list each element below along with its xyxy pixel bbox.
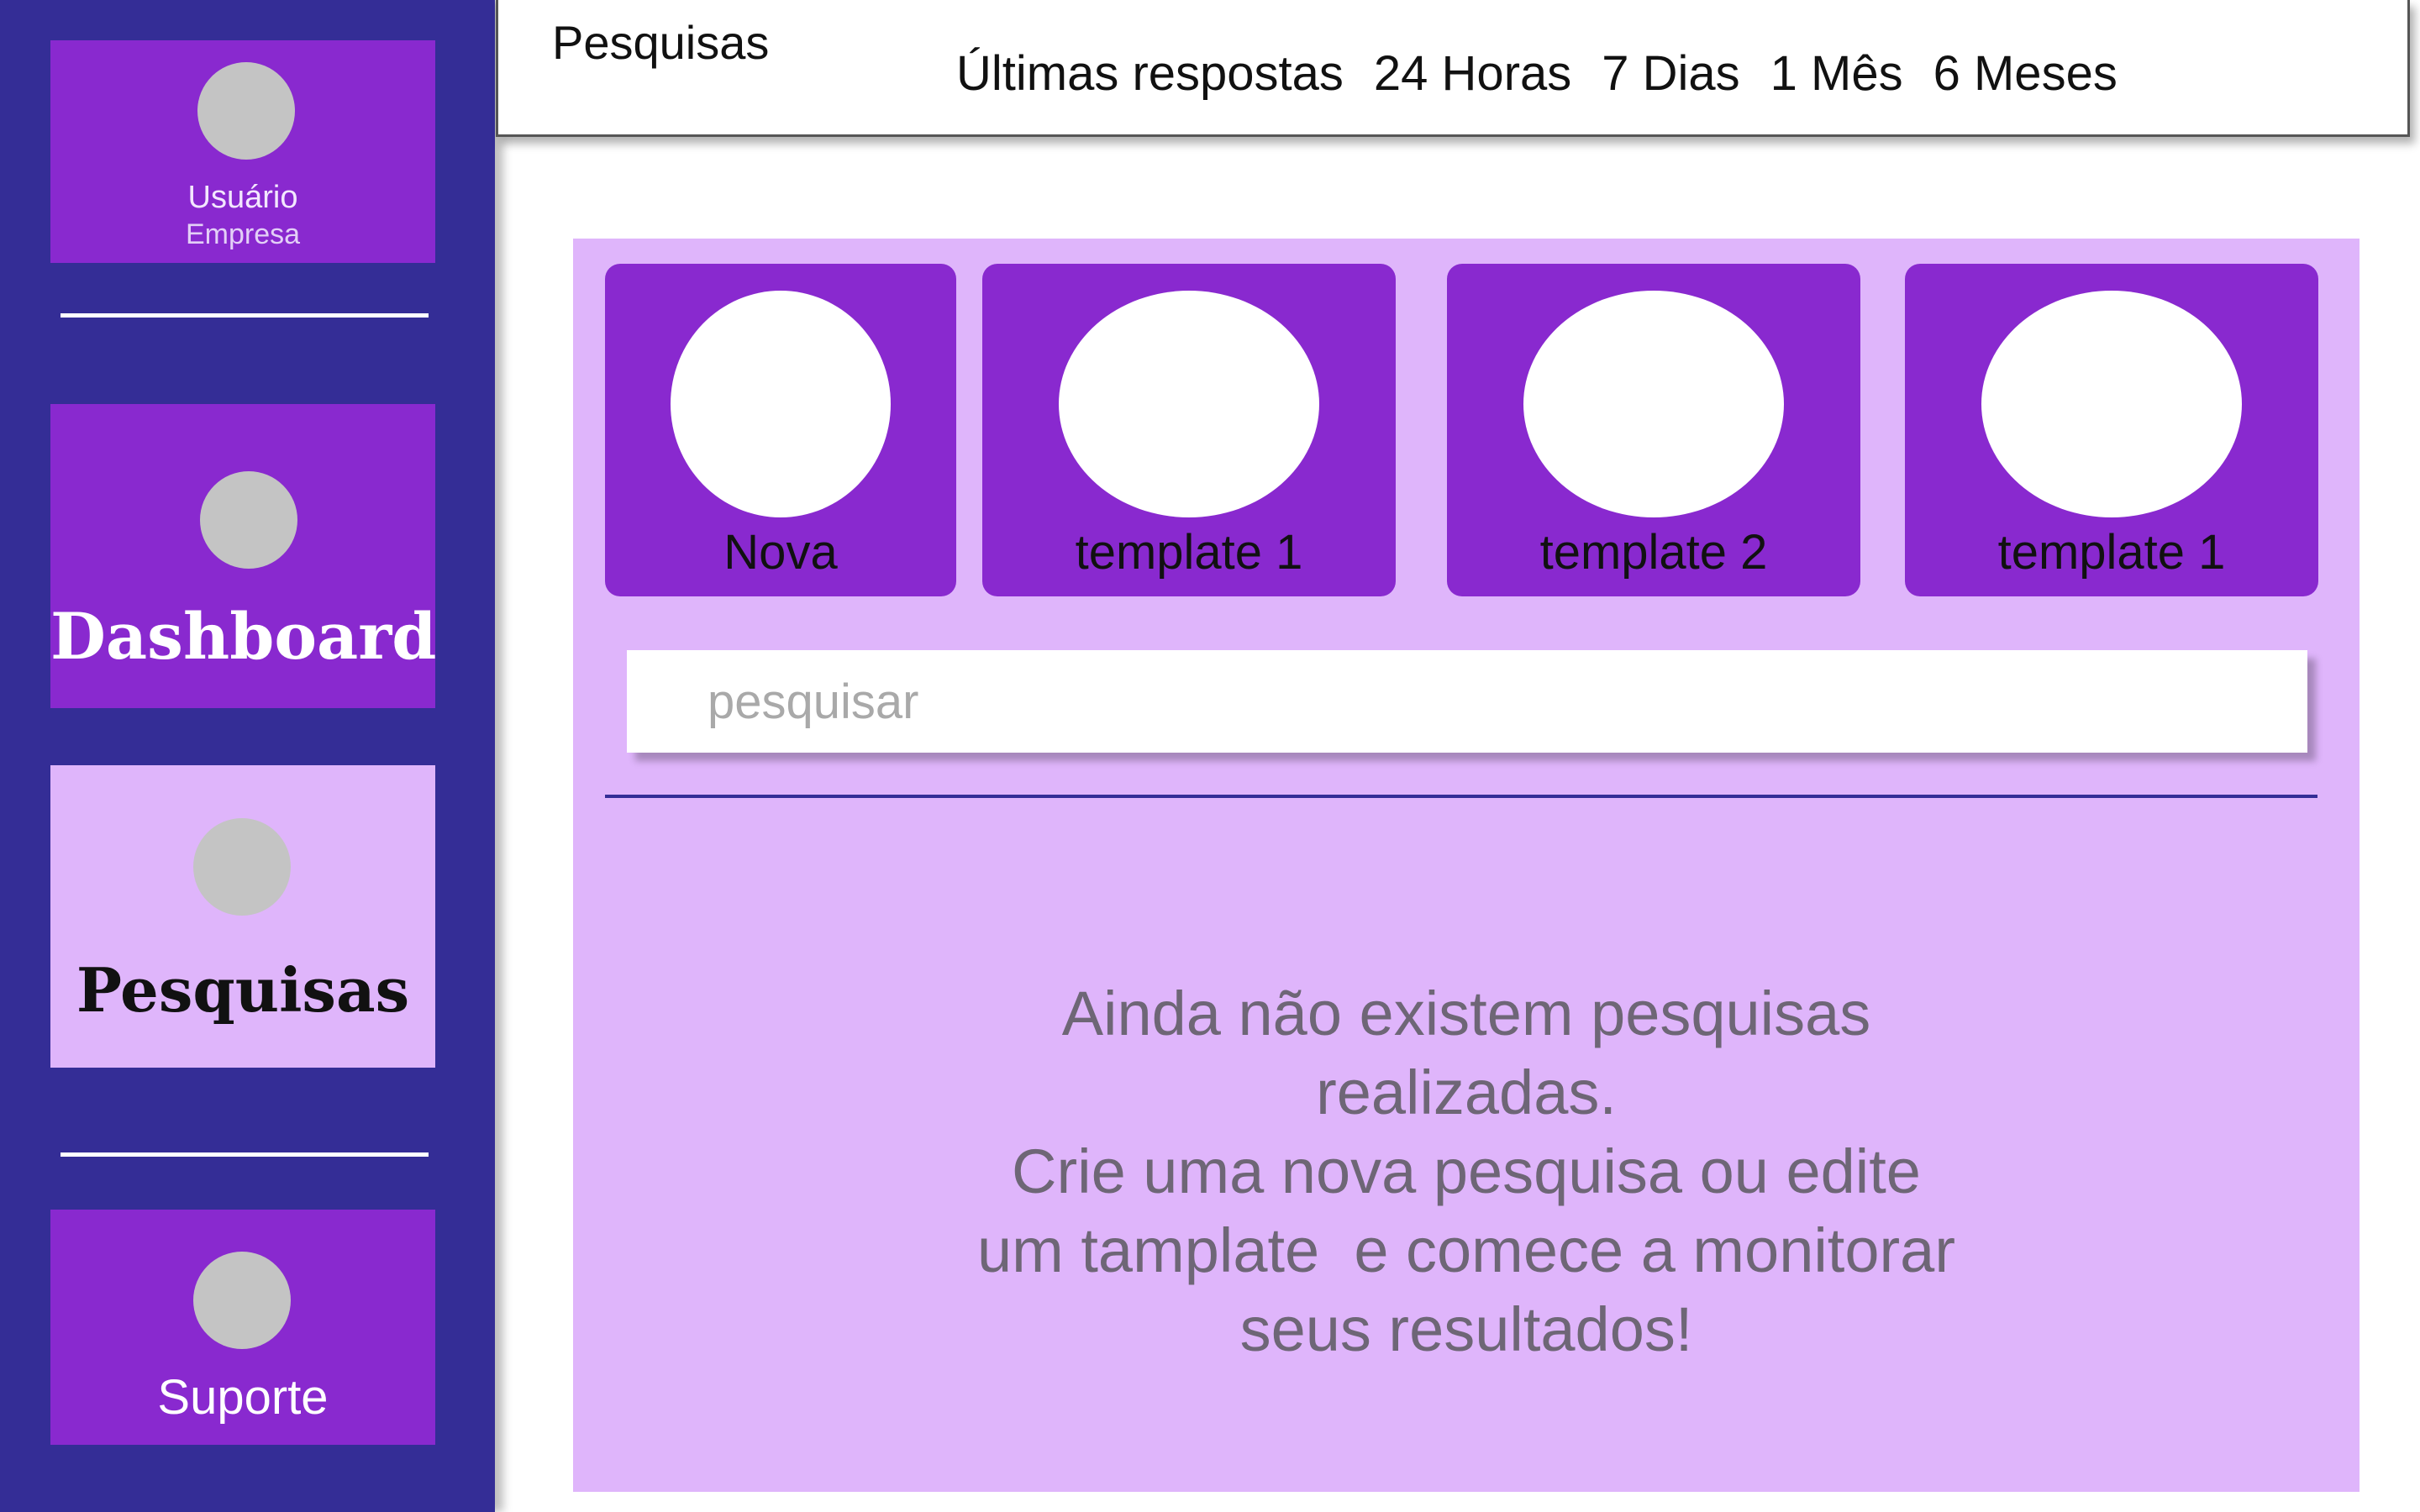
main-panel: Nova template 1 template 2 template 1 Ai… xyxy=(573,239,2360,1492)
template-label: Nova xyxy=(723,525,838,580)
user-profile-card[interactable]: Usuário Empresa xyxy=(50,40,435,263)
template-label: template 1 xyxy=(1075,525,1303,580)
sidebar-divider xyxy=(60,313,429,318)
template-label: template 2 xyxy=(1539,525,1768,580)
template-card[interactable]: template 1 xyxy=(1905,264,2318,596)
template-icon xyxy=(1059,291,1319,517)
time-filters: Últimas respostas 24 Horas 7 Dias 1 Mês 6 Me… xyxy=(956,45,2118,102)
filter-7-dias[interactable]: 7 Dias xyxy=(1602,45,1739,102)
template-icon xyxy=(1981,291,2242,517)
sidebar-item-suporte[interactable]: Suporte xyxy=(50,1210,435,1445)
template-card[interactable]: template 2 xyxy=(1447,264,1860,596)
user-name: Usuário xyxy=(187,180,298,215)
filter-24-horas[interactable]: 24 Horas xyxy=(1374,45,1571,102)
sidebar-item-label: Pesquisas xyxy=(76,954,410,1026)
filter-ultimas-respostas[interactable]: Últimas respostas xyxy=(956,45,1344,102)
suporte-icon xyxy=(193,1252,291,1349)
sidebar-item-pesquisas[interactable]: Pesquisas xyxy=(50,765,435,1068)
empty-state-message: Ainda não existem pesquisas realizadas. … xyxy=(825,974,2107,1369)
user-company: Empresa xyxy=(185,218,301,250)
empty-state-line: seus resultados! xyxy=(1239,1294,1693,1364)
sidebar-divider xyxy=(60,1152,429,1157)
filter-6-meses[interactable]: 6 Meses xyxy=(1933,45,2118,102)
new-survey-icon xyxy=(671,291,891,517)
empty-state-line: Crie uma nova pesquisa ou edite xyxy=(1012,1137,1921,1206)
empty-state-line: realizadas. xyxy=(1316,1058,1617,1127)
template-card[interactable]: template 1 xyxy=(982,264,1396,596)
dashboard-icon xyxy=(200,471,297,569)
template-label: template 1 xyxy=(1997,525,2226,580)
empty-state-line: um tamplate e comece a monitorar xyxy=(977,1215,1955,1285)
top-bar: Pesquisas Últimas respostas 24 Horas 7 Dia… xyxy=(496,0,2410,137)
new-survey-card[interactable]: Nova xyxy=(605,264,956,596)
sidebar-item-label: Suporte xyxy=(157,1370,329,1425)
sidebar: Usuário Empresa Dashboard Pesquisas Supo… xyxy=(0,0,495,1512)
template-icon xyxy=(1523,291,1784,517)
search-input[interactable] xyxy=(627,650,2307,753)
empty-state-line: Ainda não existem pesquisas xyxy=(1061,979,1871,1048)
user-avatar xyxy=(197,62,295,160)
content-divider xyxy=(605,795,2317,798)
sidebar-item-dashboard[interactable]: Dashboard xyxy=(50,404,437,708)
page-title: Pesquisas xyxy=(552,16,770,69)
filter-1-mes[interactable]: 1 Mês xyxy=(1770,45,1903,102)
sidebar-item-label: Dashboard xyxy=(50,599,437,674)
pesquisas-icon xyxy=(193,818,291,916)
